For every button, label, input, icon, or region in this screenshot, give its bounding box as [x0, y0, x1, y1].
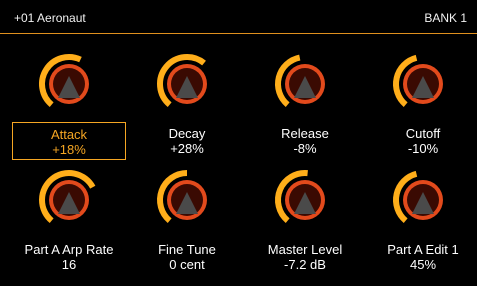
knob[interactable]: [37, 168, 101, 232]
param-cell[interactable]: Cutoff -10%: [364, 52, 477, 170]
param-cell[interactable]: Decay +28%: [128, 52, 246, 170]
param-name: Part A Arp Rate: [24, 242, 114, 257]
param-name: Attack: [50, 127, 88, 142]
param-value: 0 cent: [169, 257, 205, 272]
param-value: +18%: [52, 142, 86, 157]
param-label: Fine Tune 0 cent: [130, 238, 244, 276]
param-label: Master Level -7.2 dB: [248, 238, 362, 276]
param-label: Part A Arp Rate 16: [12, 238, 126, 276]
param-name: Release: [281, 126, 329, 141]
param-name: Decay: [168, 126, 206, 141]
param-name: Master Level: [267, 242, 343, 257]
param-name: Cutoff: [405, 126, 441, 141]
param-value: 16: [61, 257, 77, 272]
param-value: -7.2 dB: [284, 257, 326, 272]
knob[interactable]: [155, 168, 219, 232]
param-value: 45%: [409, 257, 437, 272]
bank-label: BANK 1: [424, 11, 467, 25]
param-label: Part A Edit 1 45%: [366, 238, 477, 276]
param-value: +28%: [170, 141, 204, 156]
knob[interactable]: [273, 52, 337, 116]
knob[interactable]: [37, 52, 101, 116]
param-value: -8%: [293, 141, 317, 156]
param-cell[interactable]: Part A Arp Rate 16: [10, 168, 128, 286]
knob[interactable]: [391, 168, 455, 232]
param-value: -10%: [407, 141, 439, 156]
selected-param-label: Attack +18%: [12, 122, 126, 160]
param-label: Release -8%: [248, 122, 362, 160]
param-cell[interactable]: Attack +18%: [10, 52, 128, 170]
param-name: Fine Tune: [158, 242, 216, 257]
param-cell[interactable]: Master Level -7.2 dB: [246, 168, 364, 286]
param-label: Decay +28%: [130, 122, 244, 160]
param-cell[interactable]: Release -8%: [246, 52, 364, 170]
knob[interactable]: [273, 168, 337, 232]
param-cell[interactable]: Fine Tune 0 cent: [128, 168, 246, 286]
param-cell[interactable]: Part A Edit 1 45%: [364, 168, 477, 286]
knob[interactable]: [155, 52, 219, 116]
param-name: Part A Edit 1: [387, 242, 459, 257]
knob[interactable]: [391, 52, 455, 116]
preset-name: +01 Aeronaut: [14, 11, 86, 25]
header-bar: +01 Aeronaut BANK 1: [0, 0, 477, 34]
param-label: Cutoff -10%: [366, 122, 477, 160]
